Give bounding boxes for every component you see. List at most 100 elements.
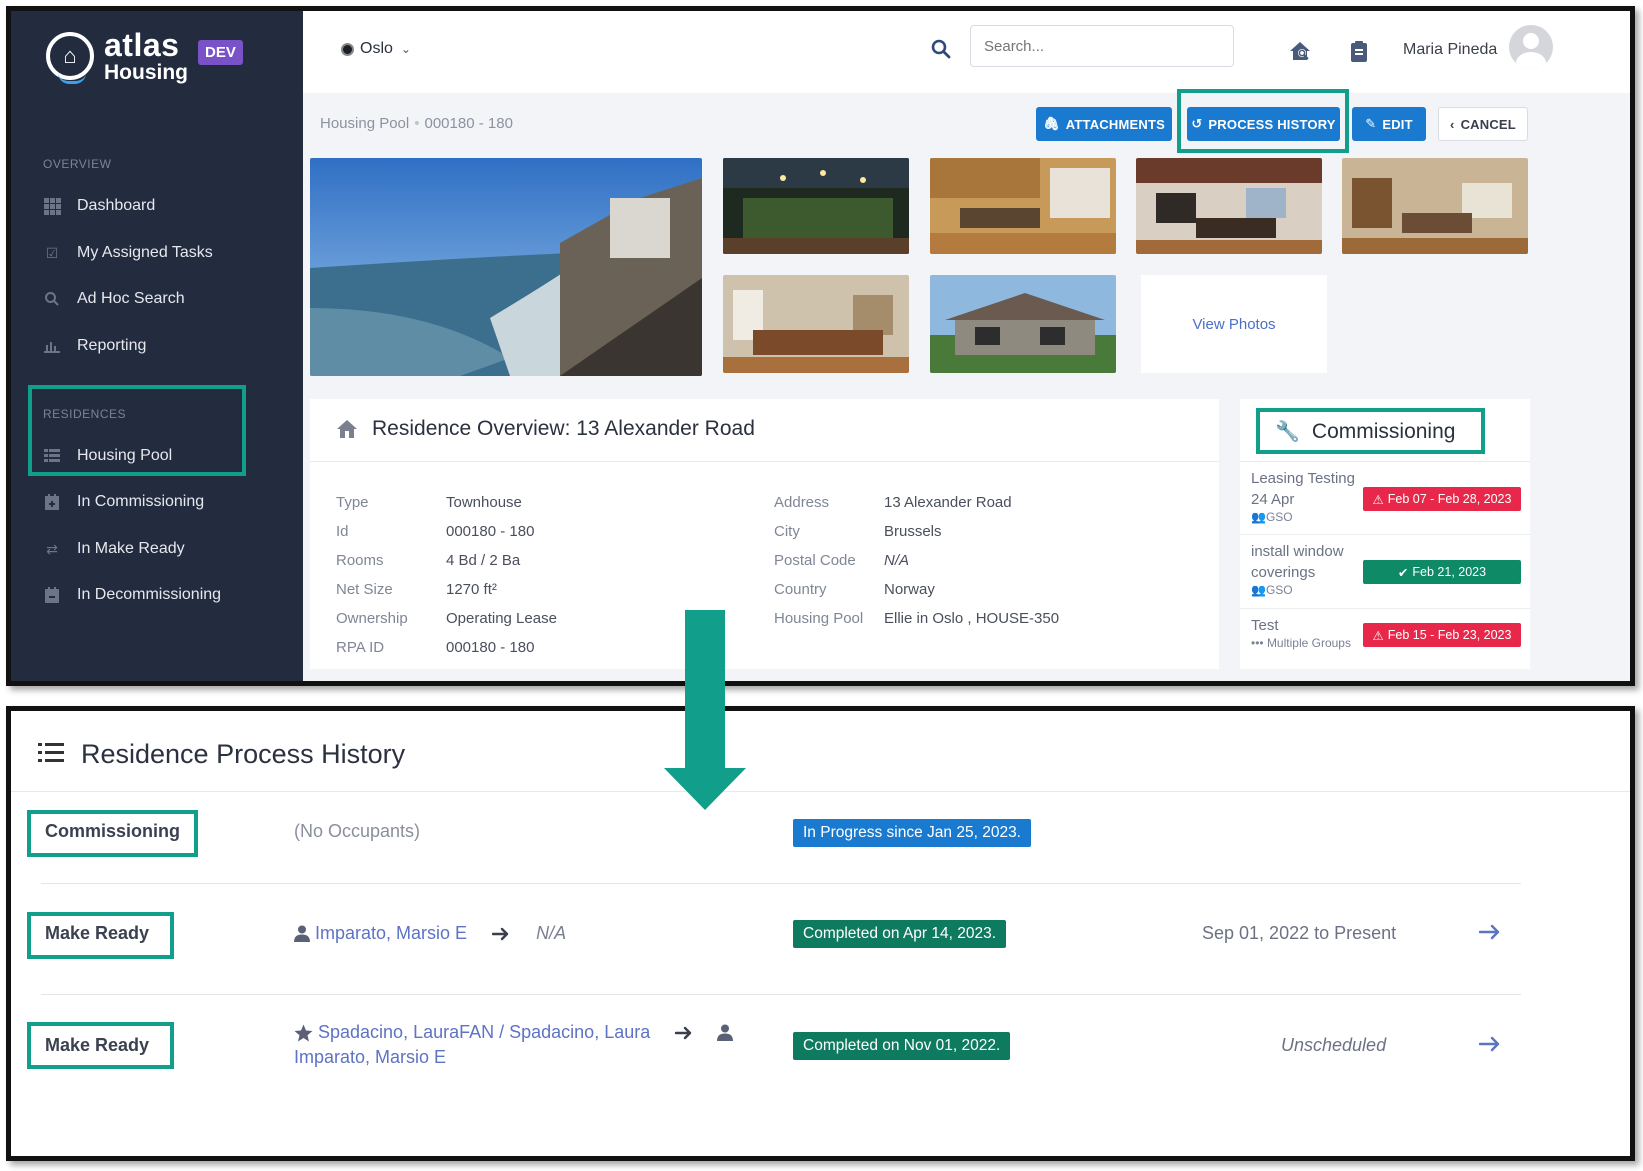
chevron-left-icon: ‹ bbox=[1450, 116, 1455, 132]
status-completed: Completed on Nov 01, 2022. bbox=[793, 1032, 1011, 1060]
logo-line-2: Housing bbox=[104, 61, 188, 84]
env-badge: DEV bbox=[198, 40, 243, 65]
overview-divider bbox=[310, 461, 1219, 462]
occupancy-period: Sep 01, 2022 to Present bbox=[1202, 923, 1397, 943]
atlas-housing-logo[interactable]: ⌂ atlas Housing DEV bbox=[46, 27, 243, 84]
stage-highlight bbox=[27, 1022, 174, 1069]
photo-kitchen[interactable] bbox=[930, 158, 1116, 254]
grid-icon bbox=[43, 197, 61, 215]
housing-pool-screenshot: ⌂ atlas Housing DEV OVERVIEW Dashboard ☑… bbox=[6, 6, 1635, 686]
sidebar-item-in-decommissioning[interactable]: In Decommissioning bbox=[43, 586, 221, 604]
commissioning-divider bbox=[1240, 461, 1530, 462]
arrow-right-icon bbox=[492, 927, 509, 940]
warning-icon: ⚠ bbox=[1372, 492, 1384, 507]
city-label: Oslo bbox=[360, 40, 393, 57]
main-photo-ocean-view[interactable] bbox=[310, 158, 702, 376]
sidebar-item-ad-hoc-search[interactable]: Ad Hoc Search bbox=[43, 290, 185, 308]
commissioning-highlight bbox=[1256, 408, 1485, 454]
breadcrumb-separator: • bbox=[414, 115, 420, 132]
house-logo-icon: ⌂ bbox=[46, 32, 94, 84]
task-divider bbox=[1240, 608, 1530, 609]
photo-living-room[interactable] bbox=[1342, 158, 1528, 254]
logo-line-1: atlas bbox=[104, 27, 180, 63]
bar-chart-icon bbox=[43, 337, 61, 355]
ellipsis-icon: ••• bbox=[1251, 636, 1267, 650]
check-circle-icon: ✔ bbox=[1397, 565, 1409, 580]
sidebar-item-label: Reporting bbox=[77, 337, 147, 354]
sidebar-item-reporting[interactable]: Reporting bbox=[43, 337, 146, 355]
arrow-right-icon[interactable] bbox=[1479, 924, 1501, 940]
task-divider bbox=[1240, 534, 1530, 535]
city-dot-icon bbox=[341, 42, 354, 56]
view-photos-link[interactable]: View Photos bbox=[1141, 275, 1327, 373]
attachments-label: ATTACHMENTS bbox=[1065, 116, 1165, 132]
user-name[interactable]: Maria Pineda bbox=[1403, 41, 1497, 59]
chevron-down-icon: ⌄ bbox=[400, 42, 411, 56]
photo-dining-room[interactable] bbox=[1136, 158, 1322, 254]
occupancy-period: Unscheduled bbox=[1281, 1035, 1387, 1055]
user-icon bbox=[294, 925, 310, 942]
status-completed: Completed on Apr 14, 2023. bbox=[793, 920, 1007, 948]
users-icon: 👥 bbox=[1251, 583, 1266, 597]
users-icon: 👥 bbox=[1251, 510, 1266, 524]
sidebar-item-my-assigned-tasks[interactable]: ☑ My Assigned Tasks bbox=[43, 244, 213, 262]
edit-icon: ✎ bbox=[1365, 116, 1377, 131]
task-name: install window bbox=[1251, 543, 1344, 560]
occupant-to: N/A bbox=[536, 923, 567, 943]
connector-arrow-down bbox=[664, 610, 746, 810]
row-divider bbox=[41, 994, 1521, 995]
user-icon bbox=[717, 1024, 734, 1041]
process-history-screenshot: Residence Process History Commissioning … bbox=[6, 706, 1635, 1161]
search-icon[interactable] bbox=[931, 39, 951, 59]
top-bar: Oslo ⌄ Maria Pineda bbox=[303, 11, 1630, 93]
arrow-right-icon[interactable] bbox=[1479, 1036, 1501, 1052]
cancel-button[interactable]: ‹ CANCEL bbox=[1438, 107, 1528, 141]
photo-house-exterior[interactable] bbox=[930, 275, 1116, 373]
check-square-icon: ☑ bbox=[45, 244, 59, 261]
process-history-highlight bbox=[1177, 89, 1349, 153]
house-search-icon[interactable] bbox=[1288, 39, 1312, 63]
breadcrumb-current: 000180 - 180 bbox=[424, 115, 513, 132]
photo-lounge[interactable] bbox=[723, 275, 909, 373]
overdue-date-badge: ⚠ Feb 07 - Feb 28, 2023 bbox=[1363, 487, 1521, 511]
edit-label: EDIT bbox=[1382, 116, 1413, 132]
search-icon bbox=[43, 290, 61, 308]
housing-pool-highlight bbox=[28, 385, 246, 476]
list-icon bbox=[38, 743, 64, 763]
star-icon bbox=[294, 1024, 313, 1041]
row-divider bbox=[41, 883, 1521, 884]
sidebar: ⌂ atlas Housing DEV OVERVIEW Dashboard ☑… bbox=[11, 11, 303, 681]
process-history-title: Residence Process History bbox=[81, 739, 406, 769]
sidebar-item-label: In Decommissioning bbox=[77, 586, 222, 603]
occupant-from[interactable]: Spadacino, LauraFAN / Spadacino, Laura bbox=[318, 1022, 650, 1043]
sidebar-item-label: In Commissioning bbox=[77, 493, 205, 510]
arrow-right-icon bbox=[675, 1026, 692, 1039]
occupant-from[interactable]: Imparato, Marsio E bbox=[315, 923, 467, 944]
city-selector[interactable]: Oslo ⌄ bbox=[341, 40, 411, 58]
breadcrumb-root[interactable]: Housing Pool bbox=[320, 115, 409, 132]
cancel-label: CANCEL bbox=[1460, 116, 1516, 132]
clipboard-icon[interactable] bbox=[1347, 39, 1371, 63]
overdue-date-badge: ⚠ Feb 15 - Feb 23, 2023 bbox=[1363, 623, 1521, 647]
warning-icon: ⚠ bbox=[1372, 628, 1384, 643]
header-divider bbox=[11, 791, 1630, 792]
attachments-button[interactable]: 🖇 ATTACHMENTS bbox=[1036, 107, 1172, 141]
task-group: 👥GSO bbox=[1251, 583, 1293, 597]
calendar-minus-icon bbox=[43, 586, 61, 604]
sidebar-item-label: My Assigned Tasks bbox=[77, 244, 213, 261]
avatar[interactable] bbox=[1509, 25, 1553, 69]
edit-button[interactable]: ✎ EDIT bbox=[1352, 107, 1426, 141]
occupant-transition: Spadacino, LauraFAN / Spadacino, Laura bbox=[294, 1022, 734, 1043]
occupant-to[interactable]: Imparato, Marsio E bbox=[294, 1047, 446, 1068]
sidebar-item-in-commissioning[interactable]: In Commissioning bbox=[43, 493, 204, 511]
breadcrumb: Housing Pool • 000180 - 180 bbox=[320, 115, 513, 132]
calendar-plus-icon bbox=[43, 493, 61, 511]
sidebar-item-in-make-ready[interactable]: ⇄ In Make Ready bbox=[43, 540, 184, 558]
refresh-icon: ⇄ bbox=[46, 540, 58, 557]
sidebar-item-label: Dashboard bbox=[77, 197, 156, 214]
sidebar-item-dashboard[interactable]: Dashboard bbox=[43, 197, 155, 215]
status-in-progress: In Progress since Jan 25, 2023. bbox=[793, 819, 1031, 847]
photo-restaurant[interactable] bbox=[723, 158, 909, 254]
overview-section-label: OVERVIEW bbox=[43, 157, 112, 171]
search-input[interactable] bbox=[970, 25, 1234, 67]
